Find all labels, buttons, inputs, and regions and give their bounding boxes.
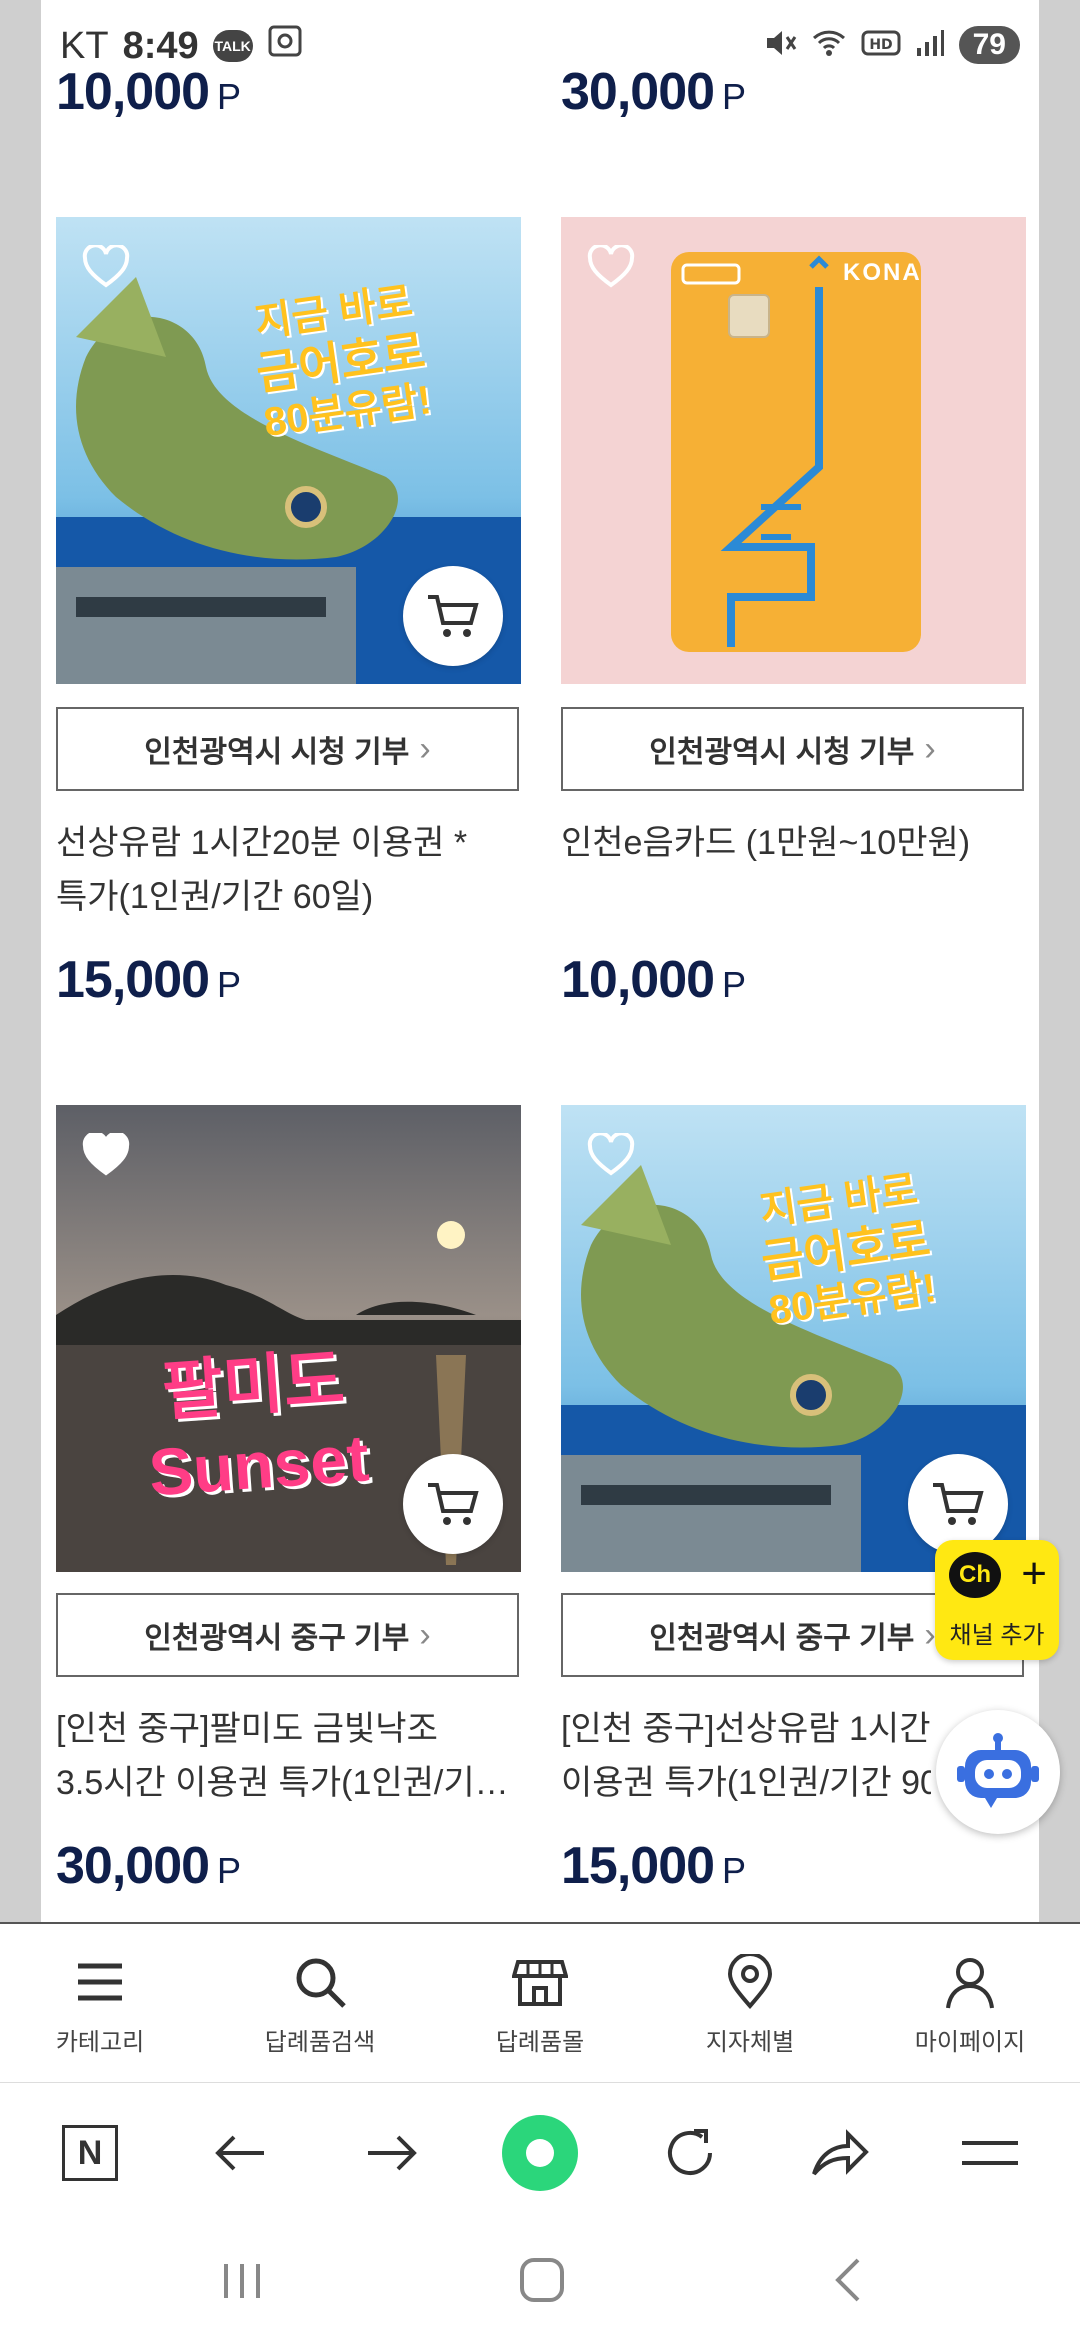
heart-icon[interactable] <box>82 1131 130 1177</box>
product-image-boat[interactable]: 지금 바로 금어호로 80분유람! <box>561 1105 1026 1572</box>
search-icon <box>296 1958 346 2008</box>
chatbot-button[interactable] <box>936 1710 1060 1834</box>
promo-text: 지금 바로 금어호로 80분유람! <box>757 1167 939 1334</box>
add-to-cart-button[interactable] <box>403 1454 503 1554</box>
nav-by-region[interactable]: 지자체별 <box>650 1954 850 2057</box>
location-pin-icon <box>727 1954 773 2010</box>
chatbot-icon <box>957 1733 1039 1808</box>
card-brand-label: KONA <box>843 259 922 286</box>
browser-menu-button[interactable] <box>950 2113 1030 2193</box>
promo-text: 지금 바로 금어호로 80분유람! <box>252 279 434 446</box>
nav-label: 마이페이지 <box>914 2029 1026 2056</box>
heart-icon[interactable] <box>587 1131 635 1177</box>
product-title[interactable]: [인천 중구]선상유람 1시간2 이용권 특가(1인권/기간 90 <box>561 1702 931 1810</box>
nav-label: 답례품몰 <box>495 2029 585 2056</box>
promo-text: 팔미도 Sunset <box>146 1341 372 1510</box>
bottom-navigation: 카테고리 답례품검색 답례품몰 지자체별 마이페이지 <box>0 1922 1080 2084</box>
heart-icon[interactable] <box>82 243 130 289</box>
arrow-right-icon <box>368 2135 417 2171</box>
refresh-button[interactable] <box>650 2113 730 2193</box>
heart-icon[interactable] <box>587 243 635 289</box>
system-navigation-bar <box>0 2220 1080 2340</box>
mute-icon <box>763 28 797 63</box>
nav-my-page[interactable]: 마이페이지 <box>870 1954 1070 2057</box>
chevron-left-icon <box>835 2258 860 2302</box>
product-price: 30,000 P <box>56 1837 241 1895</box>
cart-icon <box>428 595 479 637</box>
product-title[interactable]: 인천e음카드 (1만원~10만원) <box>561 816 1031 870</box>
naver-home-button[interactable]: N <box>50 2113 130 2193</box>
nav-gift-mall[interactable]: 답례품몰 <box>440 1954 640 2057</box>
store-icon <box>512 1960 568 2006</box>
donate-region-button[interactable]: 인천광역시 시청 기부 › <box>56 707 519 791</box>
product-price: 30,000 P <box>561 63 746 121</box>
naver-green-button[interactable] <box>500 2113 580 2193</box>
cart-icon <box>428 1483 479 1525</box>
product-image-boat[interactable]: 지금 바로 금어호로 80분유람! <box>56 217 521 684</box>
browser-toolbar: N <box>0 2082 1080 2221</box>
menu-icon <box>78 1963 122 2001</box>
share-icon <box>812 2129 869 2176</box>
product-image-sunset[interactable]: 팔미도 Sunset <box>56 1105 521 1572</box>
hamburger-icon <box>962 2141 1018 2165</box>
cart-icon <box>933 1483 984 1525</box>
system-back-button[interactable] <box>818 2250 878 2310</box>
hd-icon: HD <box>861 28 901 63</box>
kakao-channel-add-button[interactable]: Ch + 채널 추가 <box>935 1540 1059 1660</box>
talk-notification-icon: TALK <box>212 30 253 62</box>
add-to-cart-button[interactable] <box>403 566 503 666</box>
nav-category[interactable]: 카테고리 <box>0 1954 200 2057</box>
donate-region-button[interactable]: 인천광역시 중구 기부 › <box>56 1593 519 1677</box>
nav-label: 답례품검색 <box>264 2029 376 2056</box>
refresh-icon <box>668 2129 712 2175</box>
battery-indicator: 79 <box>958 26 1020 64</box>
home-button[interactable] <box>512 2250 572 2310</box>
share-button[interactable] <box>800 2113 880 2193</box>
wifi-icon <box>811 28 847 63</box>
nav-label: 지자체별 <box>705 2029 795 2056</box>
add-to-cart-button[interactable] <box>908 1454 1008 1554</box>
product-title[interactable]: 선상유람 1시간20분 이용권 * 특가(1인권/기간 60일) <box>56 816 526 924</box>
forward-button[interactable] <box>352 2113 432 2193</box>
green-dot-icon <box>502 2115 578 2191</box>
nav-label: 카테고리 <box>55 2029 145 2056</box>
product-price: 10,000 P <box>561 951 746 1009</box>
product-title[interactable]: [인천 중구]팔미도 금빛낙조 3.5시간 이용권 특가(1인권/기… <box>56 1702 526 1810</box>
signal-icon <box>915 28 945 63</box>
nav-gift-search[interactable]: 답례품검색 <box>220 1954 420 2057</box>
product-price: 15,000 P <box>561 1837 746 1895</box>
kakao-channel-icon: Ch <box>949 1552 1001 1598</box>
naver-n-icon: N <box>62 2125 118 2181</box>
screenshot-notification-icon <box>267 24 303 68</box>
home-icon <box>520 2258 564 2302</box>
recent-apps-icon <box>224 2264 260 2298</box>
product-price: 15,000 P <box>56 951 241 1009</box>
channel-add-label: 채널 추가 <box>949 1622 1045 1649</box>
user-icon <box>946 1958 994 2009</box>
plus-icon: + <box>1021 1549 1047 1598</box>
arrow-left-icon <box>215 2135 264 2171</box>
recent-apps-button[interactable] <box>212 2250 272 2310</box>
svg-text:HD: HD <box>869 37 892 53</box>
donate-region-button[interactable]: 인천광역시 시청 기부 › <box>561 707 1024 791</box>
back-button[interactable] <box>200 2113 280 2193</box>
product-price: 10,000 P <box>56 63 241 121</box>
product-image-card[interactable]: KONA <box>561 217 1026 684</box>
